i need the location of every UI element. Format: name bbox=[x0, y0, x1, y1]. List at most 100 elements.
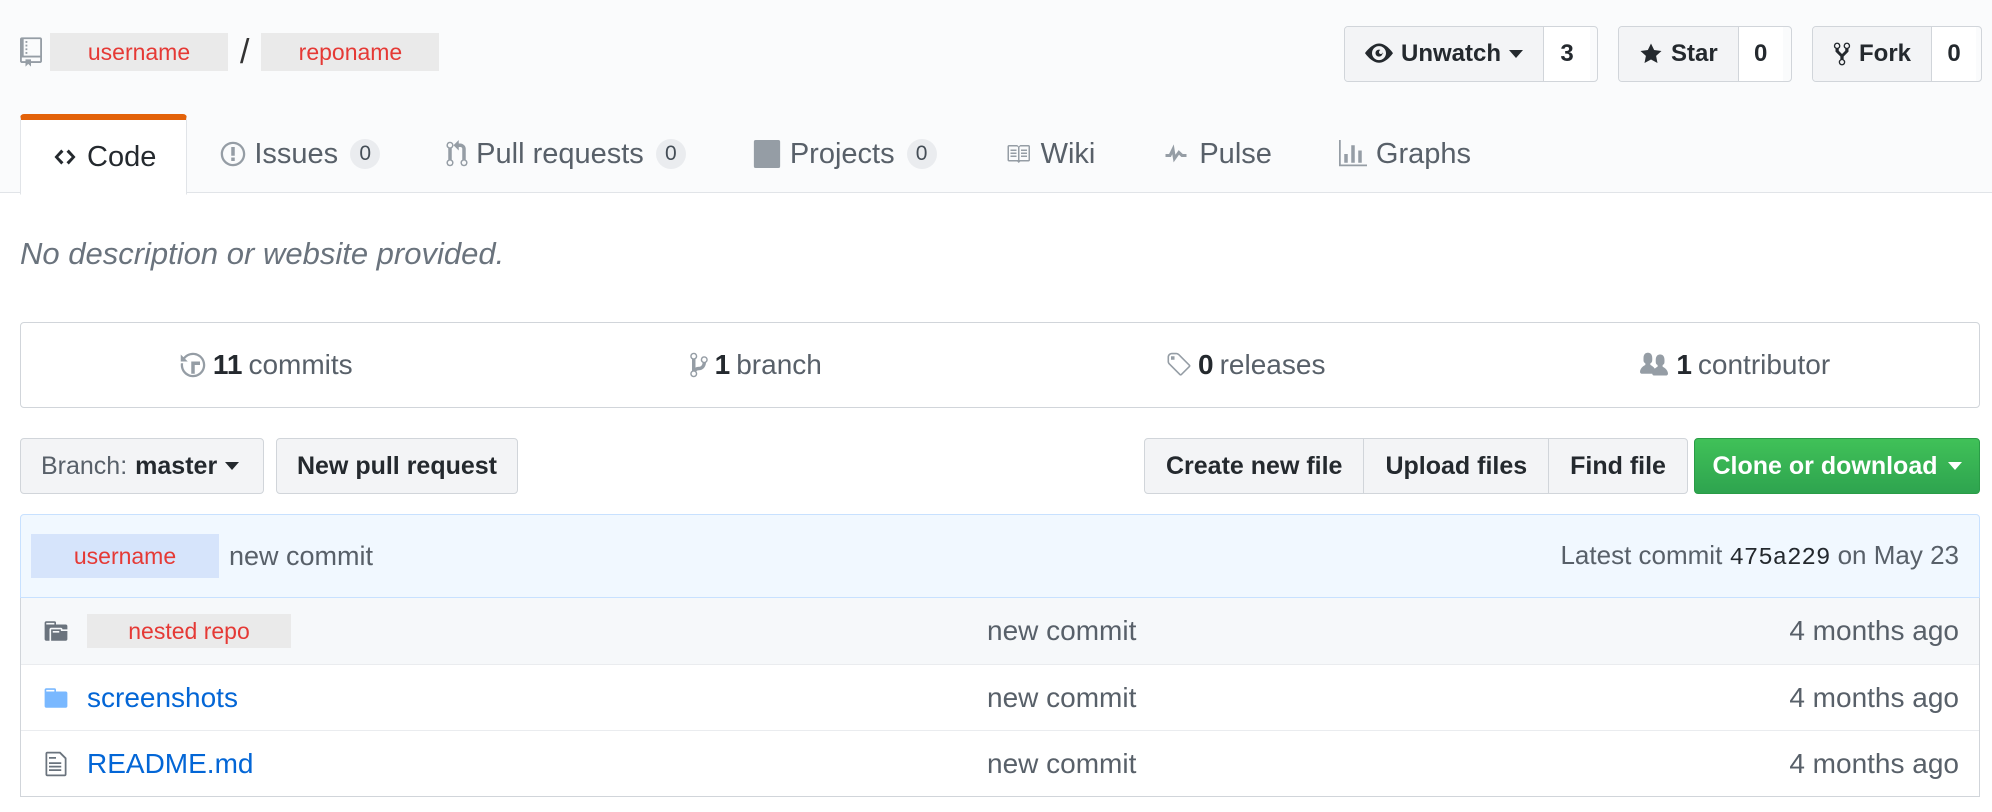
create-new-file-button[interactable]: Create new file bbox=[1145, 439, 1365, 493]
forks-count[interactable]: 0 bbox=[1932, 27, 1977, 81]
git-branch-icon bbox=[689, 352, 708, 378]
releases-label: releases bbox=[1219, 349, 1326, 380]
pulse-icon bbox=[1165, 144, 1187, 163]
code-icon bbox=[54, 149, 76, 165]
branches-label: branch bbox=[736, 349, 822, 380]
repo-nav-tabs: Code Issues 0 Pull requests 0 Projects 0… bbox=[20, 114, 1504, 195]
latest-commit: Latest commit 475a229 on May 23 bbox=[1560, 540, 1959, 572]
book-icon bbox=[1007, 145, 1030, 163]
tab-wiki[interactable]: Wiki bbox=[970, 114, 1129, 194]
issue-opened-icon bbox=[221, 141, 246, 167]
submodule-link[interactable]: nested repo bbox=[87, 614, 291, 648]
tag-icon bbox=[1167, 352, 1191, 376]
projects-counter: 0 bbox=[906, 139, 937, 169]
stargazers-count[interactable]: 0 bbox=[1738, 27, 1783, 81]
file-actions-group: Create new file Upload files Find file bbox=[1144, 438, 1688, 494]
branch-select-button[interactable]: Branch: master bbox=[20, 438, 264, 494]
upload-files-button[interactable]: Upload files bbox=[1364, 439, 1550, 493]
tab-code-label: Code bbox=[87, 140, 157, 173]
graph-icon bbox=[1338, 140, 1367, 167]
unwatch-label: Unwatch bbox=[1401, 40, 1502, 67]
file-age: 4 months ago bbox=[1789, 681, 1959, 713]
tab-pull-requests-label: Pull requests bbox=[476, 137, 644, 170]
repo-description: No description or website provided. bbox=[20, 236, 505, 271]
tab-issues[interactable]: Issues 0 bbox=[187, 114, 413, 194]
fork-button[interactable]: Fork bbox=[1813, 27, 1933, 81]
chevron-down-icon bbox=[225, 462, 240, 470]
file-submodule-icon bbox=[41, 618, 71, 644]
file-list: nested repo new commit 4 months ago scre… bbox=[20, 598, 1980, 797]
branches-link[interactable]: 1 branch bbox=[511, 323, 1001, 407]
file-row-directory: screenshots new commit 4 months ago bbox=[21, 664, 1979, 730]
new-pull-request-button[interactable]: New pull request bbox=[276, 438, 518, 494]
repo-owner-link[interactable]: username bbox=[50, 33, 228, 71]
branches-count: 1 bbox=[714, 349, 731, 380]
tab-issues-label: Issues bbox=[254, 137, 339, 170]
chevron-down-icon bbox=[1509, 50, 1524, 58]
repo-forked-icon bbox=[1833, 42, 1851, 66]
tab-pull-requests[interactable]: Pull requests 0 bbox=[413, 114, 719, 194]
find-file-button[interactable]: Find file bbox=[1549, 439, 1687, 493]
file-age: 4 months ago bbox=[1789, 747, 1959, 779]
tab-wiki-label: Wiki bbox=[1040, 137, 1096, 170]
tab-graphs[interactable]: Graphs bbox=[1305, 114, 1504, 194]
file-link[interactable]: README.md bbox=[87, 748, 987, 780]
file-row-submodule: nested repo new commit 4 months ago bbox=[21, 598, 1979, 664]
contributors-count: 1 bbox=[1676, 349, 1692, 380]
folder-icon bbox=[41, 685, 71, 711]
repo-path-separator: / bbox=[240, 32, 250, 71]
clone-or-download-label: Clone or download bbox=[1712, 451, 1938, 480]
file-name-cell: nested repo bbox=[87, 614, 987, 648]
chevron-down-icon bbox=[1947, 462, 1962, 470]
tab-projects[interactable]: Projects 0 bbox=[719, 114, 970, 194]
commit-message-link[interactable]: new commit bbox=[229, 541, 373, 572]
fork-label: Fork bbox=[1859, 40, 1912, 67]
tab-code[interactable]: Code bbox=[20, 114, 188, 195]
latest-commit-date: on May 23 bbox=[1837, 540, 1959, 570]
star-action: Star 0 bbox=[1618, 26, 1792, 82]
latest-commit-prefix: Latest commit bbox=[1560, 540, 1723, 570]
file-commit-message[interactable]: new commit bbox=[987, 748, 1487, 780]
star-label: Star bbox=[1671, 40, 1718, 67]
file-row-file: README.md new commit 4 months ago bbox=[21, 730, 1979, 796]
history-icon bbox=[180, 352, 206, 378]
file-text-icon bbox=[41, 750, 71, 778]
project-icon bbox=[753, 140, 780, 168]
organization-icon bbox=[1640, 352, 1669, 376]
tab-pulse-label: Pulse bbox=[1199, 137, 1272, 170]
tab-pulse[interactable]: Pulse bbox=[1128, 114, 1305, 194]
commit-author-link[interactable]: username bbox=[31, 534, 219, 578]
star-icon bbox=[1640, 43, 1662, 63]
releases-link[interactable]: 0 releases bbox=[1000, 323, 1490, 407]
commits-count: 11 bbox=[212, 349, 243, 380]
clone-or-download-button[interactable]: Clone or download bbox=[1694, 438, 1980, 494]
commit-sha-link[interactable]: 475a229 bbox=[1730, 545, 1831, 572]
numbers-summary: 11 commits 1 branch 0 releases 1 contrib… bbox=[20, 322, 1980, 408]
directory-link[interactable]: screenshots bbox=[87, 682, 987, 714]
repo-icon bbox=[20, 37, 42, 67]
tab-graphs-label: Graphs bbox=[1375, 137, 1471, 170]
git-pull-request-icon bbox=[446, 140, 468, 167]
releases-count: 0 bbox=[1198, 349, 1214, 380]
commits-label: commits bbox=[248, 349, 353, 380]
file-commit-message[interactable]: new commit bbox=[987, 615, 1487, 647]
commits-link[interactable]: 11 commits bbox=[21, 323, 511, 407]
contributors-link[interactable]: 1 contributor bbox=[1490, 323, 1980, 407]
tab-projects-label: Projects bbox=[789, 137, 895, 170]
repo-title: username / reponame bbox=[20, 32, 440, 72]
file-age: 4 months ago bbox=[1789, 615, 1959, 646]
pull-requests-counter: 0 bbox=[655, 139, 686, 169]
eye-icon bbox=[1365, 43, 1393, 63]
commit-tease: username new commit Latest commit 475a22… bbox=[20, 514, 1980, 598]
issues-counter: 0 bbox=[350, 139, 381, 169]
repo-name-link[interactable]: reponame bbox=[261, 33, 440, 71]
watch-action: Unwatch 3 bbox=[1344, 26, 1598, 82]
contributors-label: contributor bbox=[1697, 349, 1831, 380]
unwatch-button[interactable]: Unwatch bbox=[1345, 27, 1545, 81]
branch-prefix: Branch: bbox=[41, 451, 128, 480]
watchers-count[interactable]: 3 bbox=[1544, 27, 1591, 81]
fork-action: Fork 0 bbox=[1812, 26, 1982, 82]
branch-name: master bbox=[135, 451, 218, 480]
file-commit-message[interactable]: new commit bbox=[987, 682, 1487, 714]
star-button[interactable]: Star bbox=[1619, 27, 1739, 81]
